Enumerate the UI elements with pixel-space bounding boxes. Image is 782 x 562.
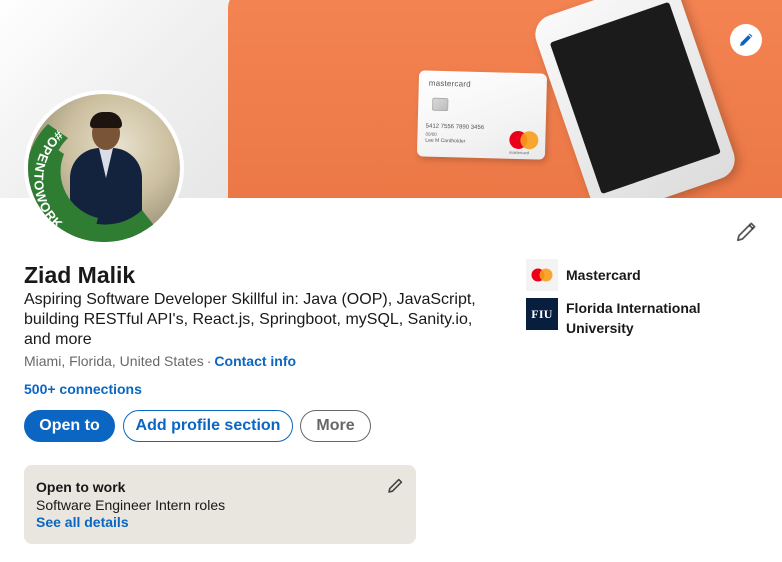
connections-link[interactable]: 500+ connections: [24, 381, 142, 397]
pencil-icon: [736, 222, 756, 242]
open-to-work-title: Open to work: [36, 479, 126, 495]
add-profile-section-button[interactable]: Add profile section: [123, 410, 293, 442]
card-brand-text: mastercard: [428, 78, 471, 89]
card-mastercard-logo: [509, 130, 539, 150]
org-mastercard[interactable]: Mastercard: [526, 259, 736, 291]
org-name: Mastercard: [566, 267, 641, 283]
edit-banner-button[interactable]: [730, 24, 762, 56]
card-logo-text: mastercard: [508, 149, 530, 156]
location-row: Miami, Florida, United States · Contact in…: [24, 353, 296, 369]
org-fiu[interactable]: FIU Florida International University: [526, 298, 736, 338]
mastercard-logo-icon: [526, 259, 558, 291]
pencil-icon: [388, 478, 403, 493]
avatar-image: #OPENTOWORK: [28, 94, 180, 242]
edit-intro-button[interactable]: [730, 216, 762, 248]
card-holder: Lee M Cardholder: [425, 137, 466, 145]
banner-credit-card: mastercard 5412 7556 7890 3456 00/00 Lee…: [416, 70, 548, 160]
open-to-work-roles: Software Engineer Intern roles: [36, 497, 226, 513]
card-expiry: 00/00: [425, 131, 437, 137]
open-to-button[interactable]: Open to: [24, 410, 115, 442]
org-name: Florida International University: [566, 300, 701, 336]
contact-info-link[interactable]: Contact info: [214, 353, 296, 369]
separator-dot: ·: [206, 353, 212, 369]
open-to-work-box[interactable]: Open to work Software Engineer Intern ro…: [24, 465, 416, 544]
fiu-logo-icon: FIU: [526, 298, 558, 330]
profile-photo[interactable]: #OPENTOWORK: [24, 90, 184, 246]
more-button[interactable]: More: [300, 410, 371, 442]
pencil-icon: [740, 33, 753, 46]
profile-card: mastercard 5412 7556 7890 3456 00/00 Lee…: [0, 0, 782, 562]
profile-headline: Aspiring Software Developer Skillful in:…: [24, 291, 476, 348]
edit-open-to-work-button[interactable]: [384, 475, 406, 497]
profile-location: Miami, Florida, United States: [24, 353, 204, 369]
see-all-details-link[interactable]: See all details: [36, 514, 129, 530]
open-to-work-ring: #OPENTOWORK: [28, 124, 156, 242]
card-number: 5412 7556 7890 3456: [425, 123, 485, 132]
profile-name: Ziad Malik: [24, 262, 136, 288]
card-chip: [432, 97, 449, 112]
